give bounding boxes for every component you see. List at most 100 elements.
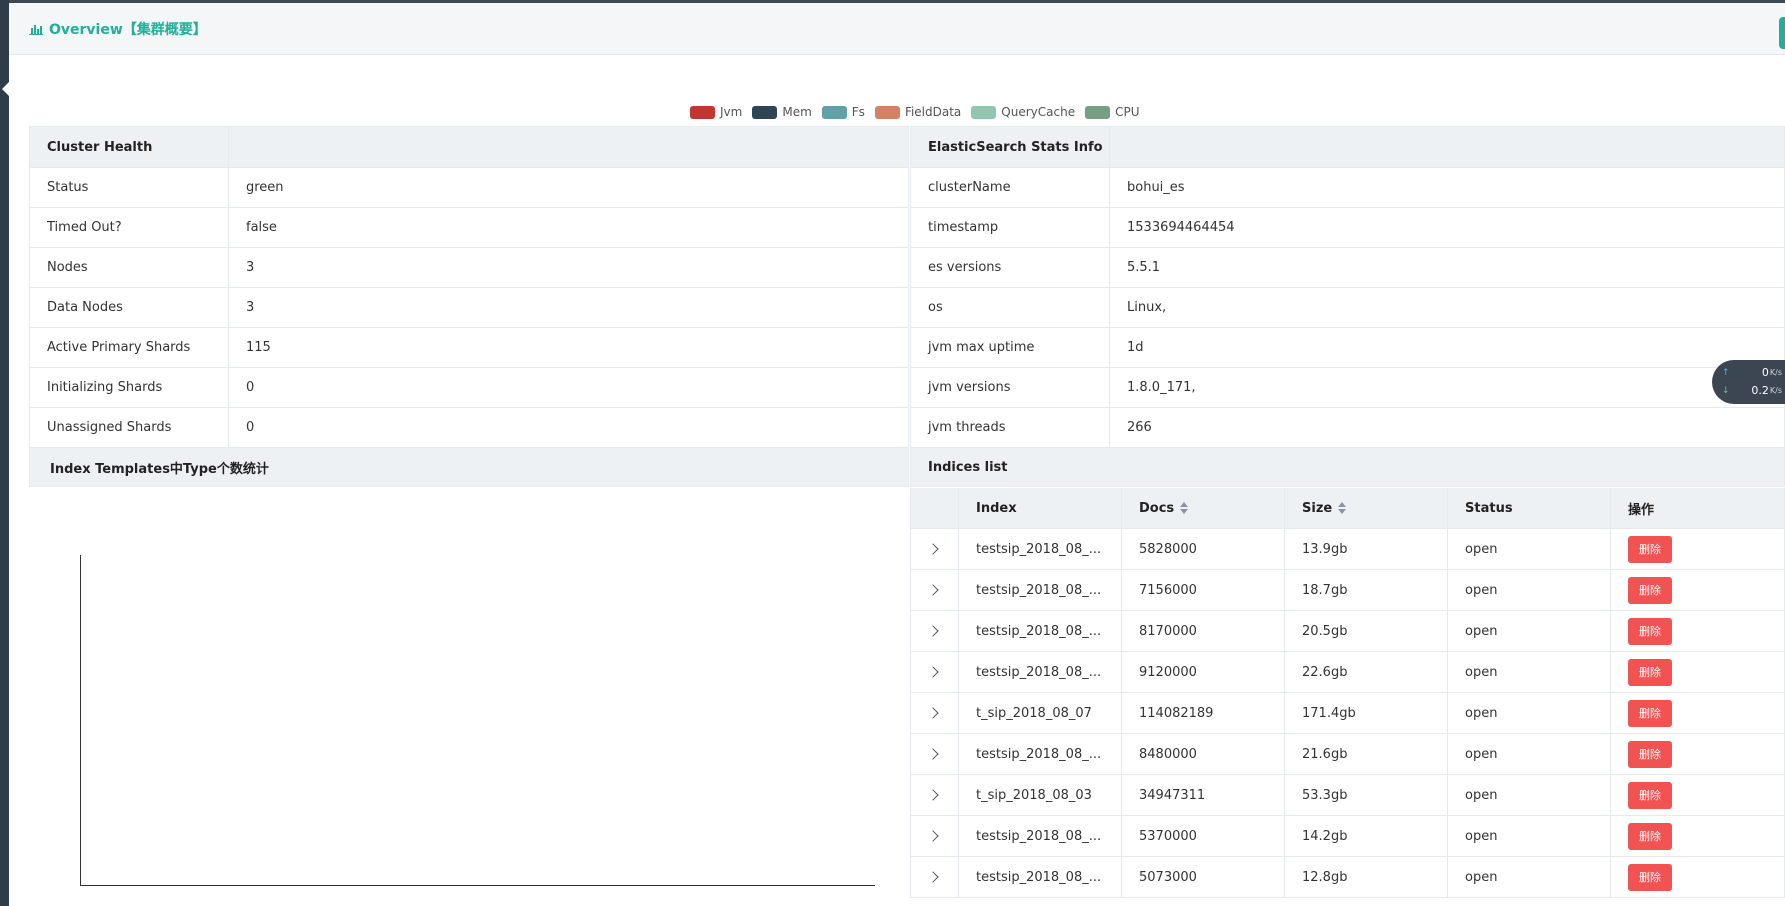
cell-docs: 114082189 xyxy=(1121,692,1285,734)
chevron-right-icon[interactable] xyxy=(926,870,939,883)
cell-actions: 删除 xyxy=(1610,733,1785,775)
chevron-right-icon[interactable] xyxy=(926,624,939,637)
cell-docs: 5370000 xyxy=(1121,815,1285,857)
cell-index: testsip_2018_08_... xyxy=(958,815,1122,857)
expand-cell[interactable] xyxy=(910,856,959,898)
table-row: Initializing Shards 0 xyxy=(29,367,909,408)
row-value: 3 xyxy=(228,247,909,288)
legend-item[interactable]: Jvm xyxy=(690,105,742,119)
row-label: jvm max uptime xyxy=(910,327,1110,368)
row-value: 1d xyxy=(1109,327,1785,368)
sort-icon[interactable] xyxy=(1338,502,1347,514)
cell-size: 21.6gb xyxy=(1284,733,1448,775)
delete-button[interactable]: 删除 xyxy=(1628,781,1672,809)
cell-index: testsip_2018_08_... xyxy=(958,856,1122,898)
row-label: jvm threads xyxy=(910,407,1110,448)
cell-status: open xyxy=(1447,528,1611,570)
expand-cell[interactable] xyxy=(910,651,959,693)
network-speed-widget[interactable]: ↑ 0 K/s ↓ 0.2 K/s xyxy=(1712,360,1785,404)
legend-item[interactable]: QueryCache xyxy=(971,105,1075,119)
cell-size: 12.8gb xyxy=(1284,856,1448,898)
cell-size: 20.5gb xyxy=(1284,610,1448,652)
cell-status: open xyxy=(1447,651,1611,693)
chevron-right-icon[interactable] xyxy=(926,829,939,842)
cell-actions: 删除 xyxy=(1610,528,1785,570)
cell-status: open xyxy=(1447,774,1611,816)
table-row: t_sip_2018_08_03 34947311 53.3gb open 删除 xyxy=(910,774,1785,816)
row-value: green xyxy=(228,167,909,208)
cell-index: t_sip_2018_08_03 xyxy=(958,774,1122,816)
sort-icon[interactable] xyxy=(1180,502,1189,514)
cell-docs: 8170000 xyxy=(1121,610,1285,652)
cell-index: testsip_2018_08_... xyxy=(958,569,1122,611)
chart-legend: Jvm Mem Fs FieldData QueryCache CPU xyxy=(690,105,1150,119)
templates-chart-y-axis xyxy=(80,555,81,885)
sidebar-collapse-notch[interactable] xyxy=(2,82,9,96)
delete-button[interactable]: 删除 xyxy=(1628,576,1672,604)
row-label: Unassigned Shards xyxy=(29,407,229,448)
table-row: clusterName bohui_es xyxy=(910,167,1785,208)
download-speed: 0.2 xyxy=(1751,384,1769,397)
row-label: Status xyxy=(29,167,229,208)
row-label: jvm versions xyxy=(910,367,1110,408)
table-row: es versions 5.5.1 xyxy=(910,247,1785,288)
templates-chart-x-axis xyxy=(80,885,875,886)
legend-item[interactable]: Mem xyxy=(752,105,812,119)
left-sidebar xyxy=(0,0,9,906)
delete-button[interactable]: 删除 xyxy=(1628,699,1672,727)
cell-actions: 删除 xyxy=(1610,815,1785,857)
chevron-right-icon[interactable] xyxy=(926,706,939,719)
cell-index: testsip_2018_08_... xyxy=(958,528,1122,570)
cell-actions: 删除 xyxy=(1610,569,1785,611)
delete-button[interactable]: 删除 xyxy=(1628,822,1672,850)
cell-index: testsip_2018_08_... xyxy=(958,651,1122,693)
table-row: testsip_2018_08_... 8480000 21.6gb open 删除 xyxy=(910,733,1785,775)
chevron-right-icon[interactable] xyxy=(926,788,939,801)
legend-label: Mem xyxy=(782,105,812,119)
column-header-docs[interactable]: Docs xyxy=(1121,488,1285,529)
download-arrow-icon: ↓ xyxy=(1722,385,1730,396)
delete-button[interactable]: 删除 xyxy=(1628,617,1672,645)
row-value: Linux, xyxy=(1109,287,1785,328)
expand-cell[interactable] xyxy=(910,569,959,611)
row-value: 1533694464454 xyxy=(1109,207,1785,248)
expand-cell[interactable] xyxy=(910,610,959,652)
table-row: Status green xyxy=(29,167,909,208)
legend-swatch xyxy=(690,105,715,119)
es-stats-heading: ElasticSearch Stats Info xyxy=(910,126,1110,168)
chevron-right-icon[interactable] xyxy=(926,747,939,760)
cell-status: open xyxy=(1447,856,1611,898)
chevron-right-icon[interactable] xyxy=(926,542,939,555)
cell-docs: 8480000 xyxy=(1121,733,1285,775)
expand-cell[interactable] xyxy=(910,733,959,775)
legend-swatch xyxy=(971,105,997,119)
legend-item[interactable]: FieldData xyxy=(874,105,961,119)
cell-status: open xyxy=(1447,815,1611,857)
row-value: 5.5.1 xyxy=(1109,247,1785,288)
row-value: 0 xyxy=(228,407,909,448)
legend-label: CPU xyxy=(1115,105,1140,119)
upload-speed-unit: K/s xyxy=(1769,368,1782,377)
expand-cell[interactable] xyxy=(910,774,959,816)
expand-cell[interactable] xyxy=(910,815,959,857)
row-label: Data Nodes xyxy=(29,287,229,328)
header-action-button[interactable] xyxy=(1779,17,1785,49)
delete-button[interactable]: 删除 xyxy=(1628,863,1672,891)
delete-button[interactable]: 删除 xyxy=(1628,740,1672,768)
expand-cell[interactable] xyxy=(910,692,959,734)
cell-actions: 删除 xyxy=(1610,651,1785,693)
es-stats-heading-blank xyxy=(1109,126,1785,168)
bar-chart-icon xyxy=(29,25,43,35)
cell-index: testsip_2018_08_... xyxy=(958,610,1122,652)
chevron-right-icon[interactable] xyxy=(926,583,939,596)
legend-item[interactable]: CPU xyxy=(1085,105,1140,119)
cell-size: 22.6gb xyxy=(1284,651,1448,693)
cluster-health-heading-blank xyxy=(228,126,909,168)
legend-item[interactable]: Fs xyxy=(821,105,865,119)
expand-cell[interactable] xyxy=(910,528,959,570)
delete-button[interactable]: 删除 xyxy=(1628,535,1672,563)
delete-button[interactable]: 删除 xyxy=(1628,658,1672,686)
row-label: Initializing Shards xyxy=(29,367,229,408)
chevron-right-icon[interactable] xyxy=(926,665,939,678)
column-header-size[interactable]: Size xyxy=(1284,488,1448,529)
